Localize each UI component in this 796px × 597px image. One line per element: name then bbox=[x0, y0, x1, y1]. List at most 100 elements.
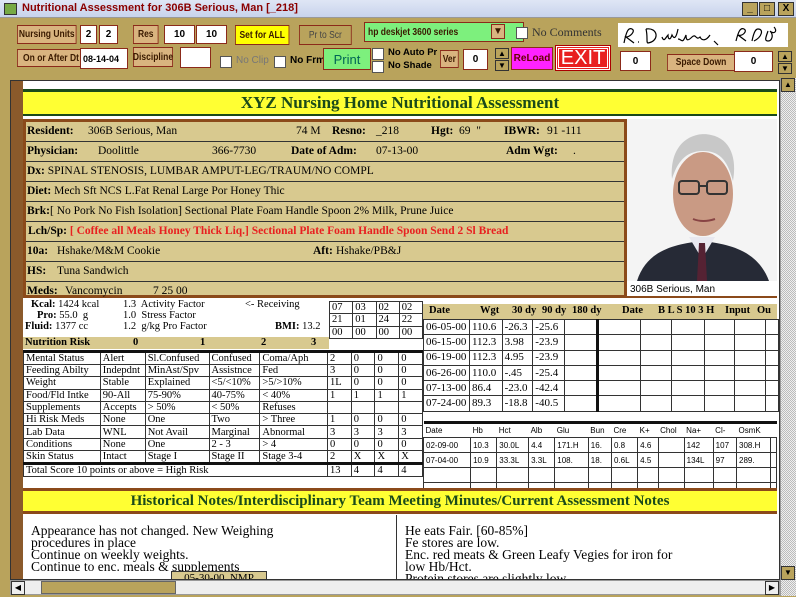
res-button[interactable]: Res bbox=[133, 25, 159, 44]
cell bbox=[350, 400, 376, 415]
dx-value: SPINAL STENOSIS, LUMBAR AMPUT-LEG/TRAUM/… bbox=[47, 165, 374, 177]
res-to[interactable]: 10 bbox=[196, 25, 227, 44]
cell: 110.0 bbox=[468, 364, 503, 382]
cell: 06-05-00 bbox=[423, 318, 470, 336]
cell: >5/>10% bbox=[259, 376, 328, 390]
scroll-right-arrow-icon[interactable]: ▶ bbox=[765, 581, 779, 595]
on-or-after-date-input[interactable]: 08-14-04 bbox=[80, 48, 128, 69]
cell: 06-15-00 bbox=[423, 334, 470, 351]
cell: 00 bbox=[328, 325, 354, 339]
risk-row: Skin Status Intact Stage I Stage II Stage 3-… bbox=[23, 450, 423, 465]
cell: 86.4 bbox=[468, 380, 503, 397]
ver-button[interactable]: Ver bbox=[440, 50, 459, 68]
cell: Mental Status bbox=[23, 351, 101, 365]
cell: 0 bbox=[374, 363, 400, 378]
notes-right[interactable]: He eats Fair. [60-85%] Fe stores are low.… bbox=[397, 515, 777, 579]
cell: 4.95 bbox=[501, 349, 534, 366]
cell bbox=[734, 349, 766, 366]
total-score: 4 bbox=[350, 463, 376, 478]
ver-down-arrow-icon[interactable]: ▼ bbox=[495, 60, 509, 71]
cell bbox=[563, 364, 600, 382]
nursing-unit-from[interactable]: 2 bbox=[80, 25, 97, 44]
cell: Weight bbox=[23, 376, 101, 390]
total-score: 13 bbox=[326, 463, 352, 478]
print-button[interactable]: Print bbox=[323, 48, 371, 70]
maximize-button[interactable]: □ bbox=[759, 2, 775, 16]
chevron-down-icon[interactable]: ▼ bbox=[491, 24, 505, 39]
adm-label: Date of Adm: bbox=[291, 145, 357, 157]
cell: 89.3 bbox=[468, 395, 503, 412]
horizontal-scroll-thumb[interactable] bbox=[41, 581, 176, 594]
cell: 0.6L bbox=[610, 452, 639, 468]
discipline-input[interactable] bbox=[180, 47, 211, 68]
scroll-left-arrow-icon[interactable]: ◀ bbox=[11, 581, 25, 595]
ver-up-arrow-icon[interactable]: ▲ bbox=[495, 48, 509, 59]
hs-label: HS: bbox=[27, 265, 47, 277]
cell: 2 bbox=[326, 450, 352, 465]
minimize-button[interactable]: _ bbox=[742, 2, 758, 16]
weight-header-cell: B L S 10 3 H bbox=[658, 305, 715, 316]
cell: -.45 bbox=[501, 364, 534, 382]
cell: Not Avail bbox=[144, 425, 210, 439]
cell: Explained bbox=[144, 376, 210, 390]
cell bbox=[703, 364, 736, 382]
cell: 3 bbox=[374, 425, 400, 439]
cell bbox=[657, 437, 685, 453]
ver-input[interactable]: 0 bbox=[463, 49, 488, 70]
cell bbox=[770, 423, 776, 438]
weight-header-cell: Date bbox=[622, 305, 643, 316]
close-button[interactable]: X bbox=[778, 2, 794, 16]
space-down-input[interactable]: 0 bbox=[734, 51, 773, 72]
cell: < 40% bbox=[259, 388, 328, 402]
reload-button[interactable]: ReLoad bbox=[511, 47, 553, 70]
report-preview: XYZ Nursing Home Nutritional Assessment … bbox=[10, 80, 780, 580]
cell: Alert bbox=[99, 351, 146, 365]
no-comments-checkbox[interactable] bbox=[516, 27, 528, 39]
cell: 1 bbox=[398, 388, 423, 402]
no-shade-checkbox[interactable] bbox=[372, 61, 384, 73]
cell: Stable bbox=[99, 376, 146, 390]
horizontal-scrollbar[interactable]: ◀ ▶ bbox=[10, 580, 780, 595]
scroll-up-arrow-icon[interactable]: ▲ bbox=[781, 78, 795, 92]
cell: 18. bbox=[587, 452, 612, 468]
no-auto-pr-checkbox[interactable] bbox=[372, 48, 384, 60]
weight-header-cell: 180 dy bbox=[572, 305, 602, 316]
no-clip-checkbox[interactable] bbox=[220, 56, 232, 68]
no-frm-checkbox[interactable] bbox=[274, 56, 286, 68]
space-up-arrow-icon[interactable]: ▲ bbox=[778, 51, 792, 62]
meds-label: Meds: bbox=[27, 285, 58, 297]
ibwr-value: 91 -111 bbox=[547, 125, 582, 137]
physician-phone: 366-7730 bbox=[212, 145, 257, 157]
cell: 1 bbox=[326, 388, 352, 402]
res-from[interactable]: 10 bbox=[164, 25, 195, 44]
nursing-unit-to[interactable]: 2 bbox=[99, 25, 118, 44]
on-or-after-date-button[interactable]: On or After Dt bbox=[17, 49, 85, 67]
print-to-screen-button[interactable]: Pr to Scr bbox=[299, 25, 352, 45]
space-down-button[interactable]: Space Down bbox=[667, 54, 735, 71]
date-row: 21 01 24 22 bbox=[328, 313, 424, 327]
exit-button[interactable]: EXIT bbox=[555, 45, 611, 71]
space-down-arrow-icon[interactable]: ▼ bbox=[778, 63, 792, 74]
cell: 4.4 bbox=[528, 437, 556, 453]
cell: 0 bbox=[398, 437, 423, 452]
cell: None bbox=[99, 437, 146, 452]
cell: Date bbox=[425, 426, 443, 435]
weight-row: 07-24-00 89.3 -18.8 -40.5 bbox=[423, 395, 779, 412]
nursing-units-button[interactable]: Nursing Units bbox=[17, 25, 77, 44]
receiving-label: <- Receiving bbox=[245, 299, 300, 310]
cell: -25.4 bbox=[532, 364, 565, 382]
cell bbox=[703, 395, 736, 412]
breakfast-row: Brk:[ No Pork No Fish Isolation] Section… bbox=[26, 202, 624, 222]
cell: 00 bbox=[398, 325, 424, 339]
offset-input[interactable]: 0 bbox=[620, 51, 651, 71]
vertical-scrollbar[interactable]: ▲ ▼ bbox=[780, 78, 796, 596]
aft-label: Aft: bbox=[313, 245, 333, 257]
cell: 112.3 bbox=[468, 349, 503, 366]
total-score: 4 bbox=[374, 463, 400, 478]
risk-row: Conditions None One 2 - 3 > 40000 bbox=[23, 437, 423, 452]
discipline-button[interactable]: Discipline bbox=[133, 47, 173, 67]
set-for-all-button[interactable]: Set for ALL bbox=[235, 25, 290, 45]
cell: Na+ bbox=[686, 426, 702, 435]
resno-value: _218 bbox=[376, 125, 399, 137]
scroll-down-arrow-icon[interactable]: ▼ bbox=[781, 566, 795, 580]
